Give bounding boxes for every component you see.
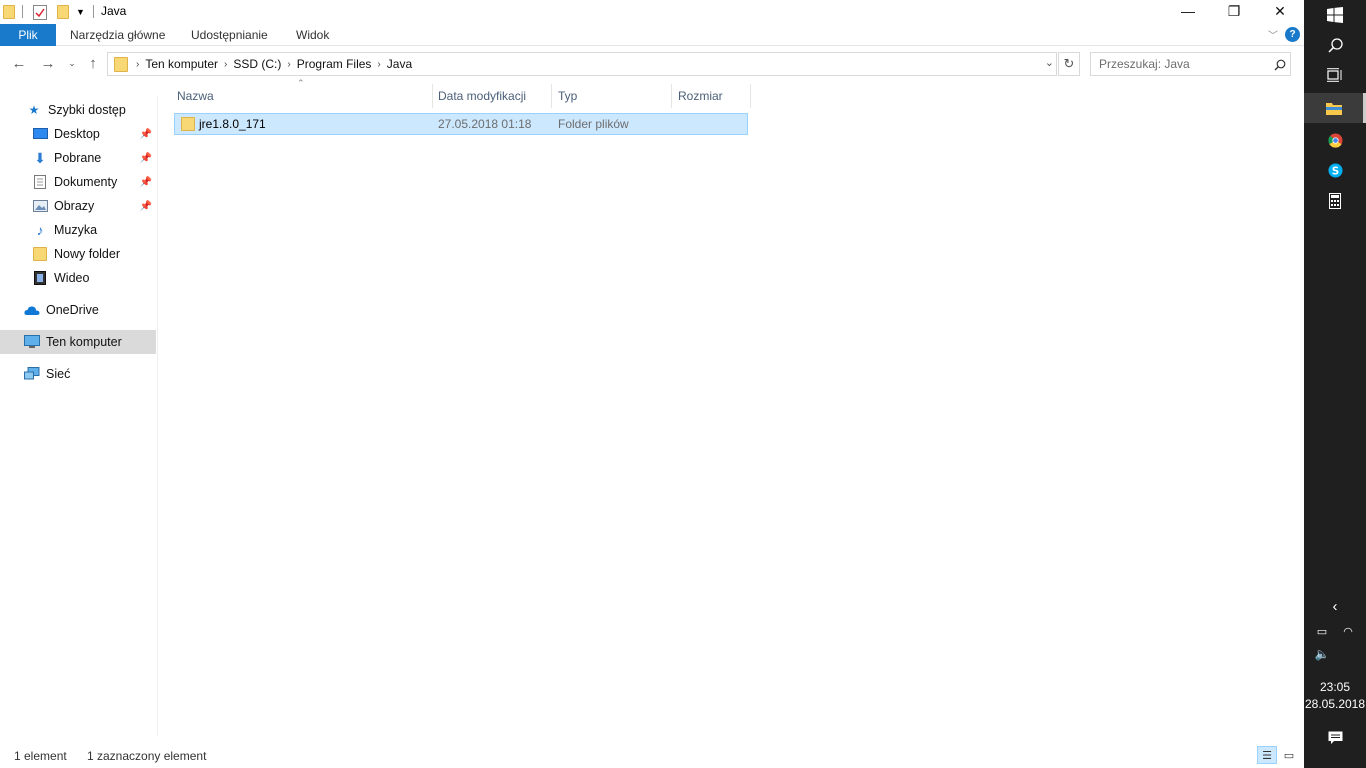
- column-header-modified[interactable]: Data modyfikacji: [432, 84, 552, 108]
- windows-start-icon[interactable]: [1304, 0, 1366, 30]
- item-count: 1 element: [14, 749, 67, 763]
- file-explorer-window: ▼ Java — ❐ ✕ Plik Narzędzia główne Udost…: [0, 0, 1304, 768]
- tab-plik[interactable]: Plik: [0, 24, 56, 46]
- file-type: Folder plików: [558, 117, 629, 131]
- expand-ribbon-icon[interactable]: ﹀: [1268, 27, 1278, 42]
- customize-toolbar-icon[interactable]: ▼: [76, 4, 85, 20]
- column-header-name[interactable]: Nazwa: [171, 84, 432, 108]
- star-icon: ★: [28, 103, 40, 117]
- folder-icon: [32, 247, 48, 261]
- taskbar-time[interactable]: 23:05: [1304, 680, 1366, 694]
- file-name: jre1.8.0_171: [199, 117, 266, 131]
- video-icon: [32, 271, 48, 285]
- breadcrumb-program-files[interactable]: Program Files: [297, 57, 372, 71]
- status-bar: 1 element 1 zaznaczony element ☰ ▭: [0, 744, 1304, 768]
- download-icon: ⬇: [34, 149, 46, 166]
- refresh-button[interactable]: ↻: [1058, 52, 1080, 76]
- back-button[interactable]: ←: [9, 53, 29, 73]
- address-bar[interactable]: › Ten komputer › SSD (C:) › Program File…: [107, 52, 1057, 76]
- breadcrumb-java[interactable]: Java: [387, 57, 412, 71]
- up-button[interactable]: ↑: [83, 53, 103, 73]
- selected-count: 1 zaznaczony element: [87, 749, 207, 763]
- folder-icon: [114, 56, 128, 72]
- pin-icon: 📌: [139, 152, 152, 164]
- search-input[interactable]: Przeszukaj: Java: [1090, 52, 1291, 76]
- nav-dokumenty[interactable]: Dokumenty 📌: [0, 170, 156, 194]
- task-view-icon[interactable]: [1304, 60, 1366, 90]
- large-icons-view-button[interactable]: ▭: [1279, 746, 1299, 764]
- folder-icon: [181, 117, 195, 131]
- taskbar-date[interactable]: 28.05.2018: [1304, 697, 1366, 711]
- documents-icon: [32, 175, 48, 189]
- column-header-size[interactable]: Rozmiar: [672, 84, 750, 108]
- table-row[interactable]: jre1.8.0_171 27.05.2018 01:18 Folder pli…: [174, 113, 748, 135]
- title-bar: ▼ Java — ❐ ✕: [0, 0, 1304, 24]
- navigation-bar: ← → ⌄ ↑ › Ten komputer › SSD (C:) › Prog…: [0, 49, 1304, 79]
- skype-icon[interactable]: S: [1304, 155, 1366, 185]
- file-list: ⌃ Nazwa Data modyfikacji Typ Rozmiar jre…: [159, 78, 1304, 740]
- file-explorer-taskbar-icon[interactable]: [1304, 93, 1366, 123]
- tab-widok[interactable]: Widok: [296, 24, 329, 46]
- ribbon: Plik Narzędzia główne Udostępnianie Wido…: [0, 24, 1304, 46]
- details-view-button[interactable]: ☰: [1257, 746, 1277, 764]
- breadcrumb-ten-komputer[interactable]: Ten komputer: [145, 57, 218, 71]
- nav-onedrive[interactable]: OneDrive: [0, 298, 156, 322]
- new-folder-icon[interactable]: [57, 4, 69, 20]
- pictures-icon: [32, 199, 48, 213]
- nav-quick-access[interactable]: ★ Szybki dostęp: [0, 98, 156, 122]
- nav-siec[interactable]: Sieć: [0, 362, 156, 386]
- action-center-icon[interactable]: [1304, 723, 1366, 753]
- svg-text:S: S: [1331, 165, 1338, 177]
- forward-button[interactable]: →: [38, 53, 58, 73]
- breadcrumb-ssd[interactable]: SSD (C:): [233, 57, 281, 71]
- taskbar: S ‹ ▭ ◠ 🔈 23:05 28.05.2018: [1304, 0, 1366, 768]
- folder-icon: [3, 4, 15, 20]
- desktop-icon: [32, 127, 48, 141]
- maximize-button[interactable]: ❐: [1211, 0, 1257, 22]
- calculator-icon[interactable]: [1304, 186, 1366, 216]
- chrome-icon[interactable]: [1304, 125, 1366, 155]
- tab-narzedzia-glowne[interactable]: Narzędzia główne: [70, 24, 165, 46]
- file-modified: 27.05.2018 01:18: [438, 117, 532, 131]
- properties-icon[interactable]: [33, 4, 47, 20]
- tab-udostepnianie[interactable]: Udostępnianie: [191, 24, 268, 46]
- music-icon: ♪: [36, 222, 44, 238]
- nav-desktop[interactable]: Desktop 📌: [0, 122, 156, 146]
- nav-obrazy[interactable]: Obrazy 📌: [0, 194, 156, 218]
- search-icon: [1274, 56, 1286, 78]
- nav-ten-komputer[interactable]: Ten komputer: [0, 330, 156, 354]
- volume-icon[interactable]: 🔈: [1291, 639, 1353, 669]
- pin-icon: 📌: [139, 200, 152, 212]
- nav-pobrane[interactable]: ⬇ Pobrane 📌: [0, 146, 156, 170]
- address-history-icon[interactable]: ⌄: [1045, 56, 1054, 69]
- minimize-button[interactable]: —: [1165, 0, 1211, 22]
- nav-wideo[interactable]: Wideo: [0, 266, 156, 290]
- close-button[interactable]: ✕: [1257, 0, 1303, 22]
- help-button[interactable]: ?: [1285, 27, 1300, 42]
- nav-nowy-folder[interactable]: Nowy folder: [0, 242, 156, 266]
- recent-locations-button[interactable]: ⌄: [62, 53, 82, 73]
- navigation-pane: ★ Szybki dostęp Desktop 📌 ⬇ Pobrane 📌 Do…: [0, 96, 158, 736]
- pin-icon: 📌: [139, 176, 152, 188]
- search-icon[interactable]: [1304, 30, 1366, 60]
- pin-icon: 📌: [139, 128, 152, 140]
- column-header-type[interactable]: Typ: [552, 84, 672, 108]
- computer-icon: [24, 335, 40, 349]
- window-title: Java: [101, 4, 127, 18]
- network-icon: [24, 367, 40, 381]
- cloud-icon: [24, 303, 40, 317]
- nav-muzyka[interactable]: ♪ Muzyka: [0, 218, 156, 242]
